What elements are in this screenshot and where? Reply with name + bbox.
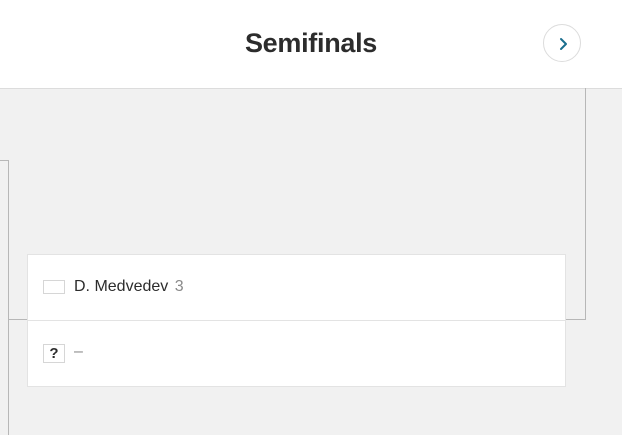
player-seed: 3 bbox=[174, 278, 184, 295]
round-header: Semifinals bbox=[0, 0, 622, 89]
player-name-tbd: – bbox=[74, 343, 83, 360]
chevron-right-icon bbox=[560, 38, 567, 50]
bracket-connector-line bbox=[585, 88, 586, 320]
bracket-connector-line bbox=[8, 319, 27, 320]
unknown-player-icon: ? bbox=[43, 344, 65, 363]
bracket-connector-line bbox=[8, 160, 9, 435]
match-card[interactable]: D. Medvedev 3 ? – bbox=[27, 254, 566, 387]
player-row[interactable]: D. Medvedev 3 bbox=[28, 255, 565, 321]
player-name-text: D. Medvedev bbox=[74, 278, 169, 295]
player-name: D. Medvedev 3 bbox=[74, 278, 184, 296]
bracket-connector-line bbox=[566, 319, 586, 320]
flag-icon bbox=[43, 280, 65, 294]
bracket-page: Semifinals D. Medvedev 3 ? – bbox=[0, 0, 622, 435]
player-row[interactable]: ? – bbox=[28, 321, 565, 387]
next-round-button[interactable] bbox=[543, 24, 581, 62]
round-title: Semifinals bbox=[244, 28, 378, 58]
